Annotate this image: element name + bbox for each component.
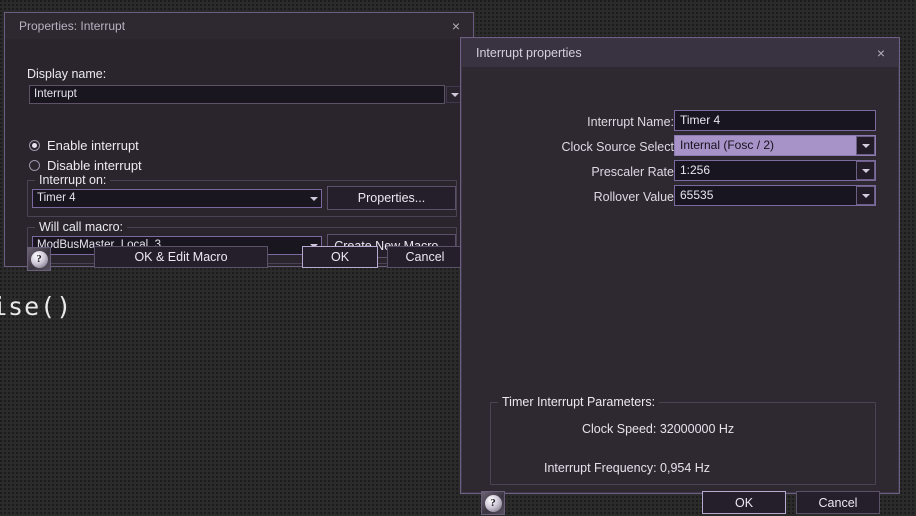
interrupt-on-legend: Interrupt on: — [35, 173, 110, 187]
interrupt-on-combo[interactable]: Timer 4 — [32, 189, 322, 208]
radio-enable-indicator — [29, 140, 40, 151]
close-icon[interactable]: × — [872, 44, 890, 62]
radio-enable-label: Enable interrupt — [47, 138, 139, 153]
rollover-value-combo[interactable]: 65535 — [674, 185, 876, 206]
prescaler-rate-label: Prescaler Rate — [522, 165, 674, 179]
right-cancel-button[interactable]: Cancel — [796, 491, 880, 514]
interrupt-frequency-value: Interrupt Frequency: 0,954 Hz — [544, 461, 710, 475]
rollover-value-label: Rollover Value — [522, 190, 674, 204]
right-ok-button[interactable]: OK — [702, 491, 786, 514]
prescaler-rate-dropdown-arrow[interactable] — [856, 161, 875, 180]
left-dialog-titlebar: Properties: Interrupt × — [5, 13, 473, 39]
help-icon: ? — [31, 251, 48, 268]
timer-parameters-legend: Timer Interrupt Parameters: — [498, 395, 659, 409]
close-icon[interactable]: × — [447, 17, 465, 35]
radio-disable-label: Disable interrupt — [47, 158, 142, 173]
display-name-input[interactable]: Interrupt — [29, 85, 445, 104]
clock-source-dropdown-arrow[interactable] — [856, 136, 875, 155]
help-button[interactable]: ? — [481, 491, 505, 515]
interrupt-name-label: Interrupt Name: — [522, 115, 674, 129]
clock-source-select-label: Clock Source Select — [522, 140, 674, 154]
prescaler-rate-combo[interactable]: 1:256 — [674, 160, 876, 181]
right-dialog-title: Interrupt properties — [476, 46, 582, 60]
help-button[interactable]: ? — [27, 247, 51, 271]
clock-speed-value: Clock Speed: 32000000 Hz — [582, 422, 734, 436]
radio-enable-interrupt[interactable]: Enable interrupt — [29, 138, 139, 153]
will-call-macro-legend: Will call macro: — [35, 220, 127, 234]
rollover-value-dropdown-arrow[interactable] — [856, 186, 875, 205]
interrupt-properties-dialog: Interrupt properties × Interrupt Name: T… — [461, 38, 899, 493]
left-cancel-button[interactable]: Cancel — [387, 246, 463, 268]
left-dialog-title: Properties: Interrupt — [19, 19, 125, 33]
left-ok-button[interactable]: OK — [302, 246, 378, 268]
background-code-text: ise() — [0, 292, 72, 321]
ok-edit-macro-button[interactable]: OK & Edit Macro — [94, 246, 268, 268]
left-dialog-body: Display name: Interrupt Enable interrupt… — [5, 39, 473, 266]
interrupt-name-input[interactable]: Timer 4 — [674, 110, 876, 131]
clock-source-select-combo[interactable]: Internal (Fosc / 2) — [674, 135, 876, 156]
properties-button[interactable]: Properties... — [327, 186, 456, 210]
right-dialog-body: Interrupt Name: Timer 4 Clock Source Sel… — [462, 67, 898, 492]
properties-interrupt-dialog: Properties: Interrupt × Display name: In… — [4, 12, 474, 267]
interrupt-on-dropdown-arrow[interactable] — [305, 190, 322, 207]
radio-disable-interrupt[interactable]: Disable interrupt — [29, 158, 142, 173]
display-name-label: Display name: — [27, 67, 106, 81]
help-icon: ? — [485, 495, 502, 512]
right-dialog-titlebar: Interrupt properties × — [462, 39, 898, 67]
radio-disable-indicator — [29, 160, 40, 171]
